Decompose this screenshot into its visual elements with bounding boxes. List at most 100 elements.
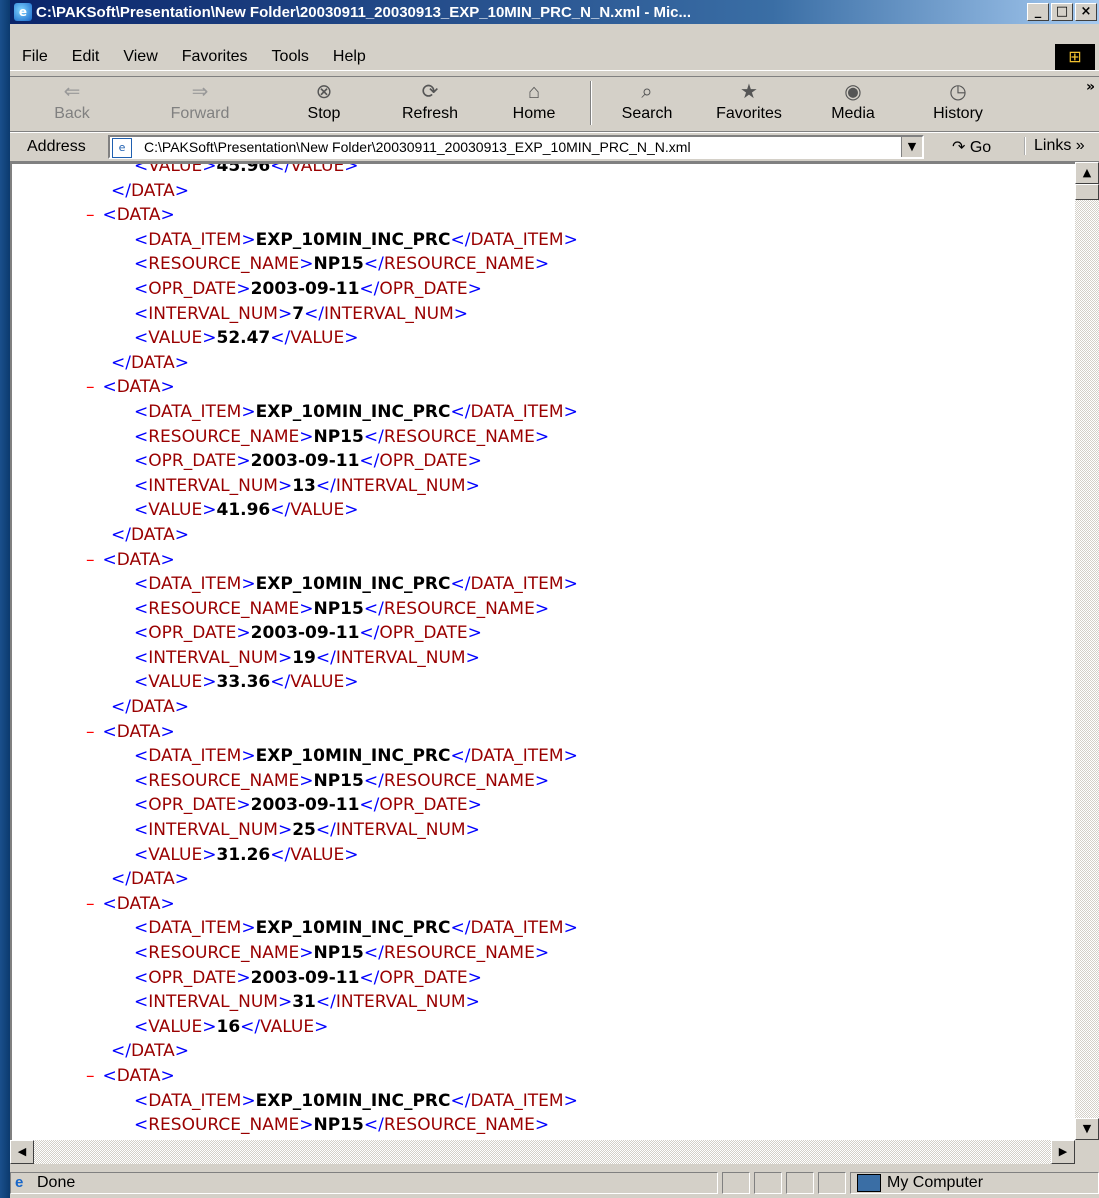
home-icon: ⌂ <box>527 81 541 103</box>
desktop-edge <box>0 0 10 1198</box>
media-icon: ◉ <box>844 81 862 103</box>
xml-data-open-collapsible[interactable]: – <DATA> <box>12 375 1072 400</box>
forward-button[interactable]: ⇒ Forward <box>160 79 240 127</box>
xml-data-open-collapsible[interactable]: – <DATA> <box>12 892 1072 917</box>
standard-toolbar: ⇐ Back ⇒ Forward ⊗ Stop ⟳ Refresh ⌂ Home… <box>10 76 1099 132</box>
scrollbar-corner <box>1075 1140 1099 1164</box>
xml-element-line: <INTERVAL_NUM>13</INTERVAL_NUM> <box>134 475 480 496</box>
collapse-toggle[interactable]: – <box>86 550 95 570</box>
menu-view[interactable]: View <box>123 48 157 66</box>
collapse-toggle[interactable]: – <box>86 377 95 397</box>
menu-bar: File Edit View Favorites Tools Help <box>10 44 1099 71</box>
xml-element-line: <DATA_ITEM>EXP_10MIN_INC_PRC</DATA_ITEM> <box>134 746 578 767</box>
scroll-thumb[interactable] <box>1075 184 1099 200</box>
vertical-scrollbar[interactable]: ▲ ▼ <box>1075 162 1099 1140</box>
history-button[interactable]: ◷ History <box>922 79 994 127</box>
maximize-button[interactable]: □ <box>1051 3 1073 21</box>
xml-element-line: <INTERVAL_NUM>19</INTERVAL_NUM> <box>134 647 480 668</box>
page-icon: e <box>112 138 132 158</box>
links-button[interactable]: Links » <box>1024 137 1085 155</box>
stop-icon: ⊗ <box>315 81 333 103</box>
xml-line-partial: <VALUE>45.96</VALUE> <box>134 162 359 176</box>
xml-data-open-collapsible[interactable]: – <DATA> <box>12 720 1072 745</box>
xml-element-line: <OPR_DATE>2003-09-11</OPR_DATE> <box>134 967 482 988</box>
xml-element-line: <RESOURCE_NAME>NP15</RESOURCE_NAME> <box>134 598 550 619</box>
xml-data-close: </DATA> <box>111 352 190 373</box>
security-zone-cell: My Computer <box>850 1172 1099 1194</box>
menu-favorites[interactable]: Favorites <box>182 48 248 66</box>
go-arrow-icon: ↷ <box>952 139 966 156</box>
collapse-toggle[interactable]: – <box>86 205 95 225</box>
horizontal-scrollbar[interactable]: ◀ ▶ <box>10 1140 1075 1164</box>
toolbar-separator <box>590 81 592 125</box>
xml-element-line: <VALUE>16</VALUE> <box>134 1016 329 1037</box>
browser-window: e C:\PAKSoft\Presentation\New Folder\200… <box>10 0 1099 1198</box>
collapse-toggle[interactable]: – <box>86 894 95 914</box>
xml-element-line: <VALUE>52.47</VALUE> <box>134 328 359 349</box>
address-label: Address <box>27 138 86 155</box>
menu-file[interactable]: File <box>22 48 48 66</box>
xml-element-line: <OPR_DATE>2003-09-11</OPR_DATE> <box>134 795 482 816</box>
xml-element-line: <VALUE>41.96</VALUE> <box>134 500 359 521</box>
xml-element-line: <OPR_DATE>2003-09-11</OPR_DATE> <box>134 278 482 299</box>
scroll-right-button[interactable]: ▶ <box>1051 1140 1075 1164</box>
xml-element-line: <VALUE>33.36</VALUE> <box>134 672 359 693</box>
xml-data-open-collapsible[interactable]: – <DATA> <box>12 203 1072 228</box>
xml-element-line: <OPR_DATE>2003-09-11</OPR_DATE> <box>134 623 482 644</box>
window-controls: _ □ × <box>1027 3 1097 21</box>
xml-element-line: <INTERVAL_NUM>7</INTERVAL_NUM> <box>134 303 469 324</box>
collapse-toggle[interactable]: – <box>86 1066 95 1086</box>
scroll-down-button[interactable]: ▼ <box>1075 1118 1099 1140</box>
address-dropdown-button[interactable]: ▼ <box>901 137 922 157</box>
collapse-toggle[interactable]: – <box>86 722 95 742</box>
stop-button[interactable]: ⊗ Stop <box>296 79 352 127</box>
back-arrow-icon: ⇐ <box>63 81 81 103</box>
forward-arrow-icon: ⇒ <box>191 81 209 103</box>
menu-help[interactable]: Help <box>333 48 366 66</box>
go-button[interactable]: ↷ Go <box>952 137 991 157</box>
menu-tools[interactable]: Tools <box>272 48 309 66</box>
search-button[interactable]: ⌕ Search <box>610 79 684 127</box>
home-button[interactable]: ⌂ Home <box>504 79 564 127</box>
search-icon: ⌕ <box>641 81 653 103</box>
my-computer-icon <box>857 1173 881 1192</box>
status-cell-blank <box>722 1172 750 1194</box>
status-cell-blank <box>818 1172 846 1194</box>
status-cell-blank <box>754 1172 782 1194</box>
document-view[interactable]: <VALUE>45.96</VALUE> </DATA> – <DATA> <DATA… <box>10 162 1075 1140</box>
title-bar[interactable]: e C:\PAKSoft\Presentation\New Folder\200… <box>10 0 1099 24</box>
xml-data-close: </DATA> <box>111 180 190 201</box>
menu-edit[interactable]: Edit <box>72 48 100 66</box>
status-bar: e Done My Computer <box>10 1168 1099 1198</box>
xml-element-line: <RESOURCE_NAME>NP15</RESOURCE_NAME> <box>134 254 550 275</box>
xml-element-line: <DATA_ITEM>EXP_10MIN_INC_PRC</DATA_ITEM> <box>134 1090 578 1111</box>
refresh-button[interactable]: ⟳ Refresh <box>390 79 470 127</box>
history-icon: ◷ <box>949 81 967 103</box>
xml-element-line: <VALUE>31.26</VALUE> <box>134 844 359 865</box>
favorites-button[interactable]: ★ Favorites <box>706 79 792 127</box>
toolbar-overflow-button[interactable]: » <box>1086 79 1095 95</box>
address-input[interactable]: e C:\PAKSoft\Presentation\New Folder\200… <box>108 135 924 159</box>
status-cell-blank <box>786 1172 814 1194</box>
xml-data-open-collapsible[interactable]: – <DATA> <box>12 1064 1072 1089</box>
xml-data-open-collapsible[interactable]: – <DATA> <box>12 548 1072 573</box>
window-title: C:\PAKSoft\Presentation\New Folder\20030… <box>36 3 691 21</box>
ie-page-icon: e <box>15 1174 24 1191</box>
xml-tree: <VALUE>45.96</VALUE> </DATA> – <DATA> <DATA… <box>12 162 1072 1138</box>
xml-element-line: <DATA_ITEM>EXP_10MIN_INC_PRC</DATA_ITEM> <box>134 229 578 250</box>
favorites-icon: ★ <box>740 81 758 103</box>
xml-data-close: </DATA> <box>111 1041 190 1062</box>
xml-element-line: <RESOURCE_NAME>NP15</RESOURCE_NAME> <box>134 1115 550 1136</box>
media-button[interactable]: ◉ Media <box>822 79 884 127</box>
back-button[interactable]: ⇐ Back <box>42 79 102 127</box>
close-button[interactable]: × <box>1075 3 1097 21</box>
windows-logo-icon: ⊞ <box>1055 44 1095 70</box>
xml-data-close: </DATA> <box>111 524 190 545</box>
xml-element-line: <INTERVAL_NUM>25</INTERVAL_NUM> <box>134 820 480 841</box>
xml-data-close: </DATA> <box>111 697 190 718</box>
scroll-up-button[interactable]: ▲ <box>1075 162 1099 184</box>
address-bar: Address e C:\PAKSoft\Presentation\New Fo… <box>10 132 1099 162</box>
ie-icon: e <box>14 3 32 21</box>
scroll-left-button[interactable]: ◀ <box>10 1140 34 1164</box>
minimize-button[interactable]: _ <box>1027 3 1049 21</box>
